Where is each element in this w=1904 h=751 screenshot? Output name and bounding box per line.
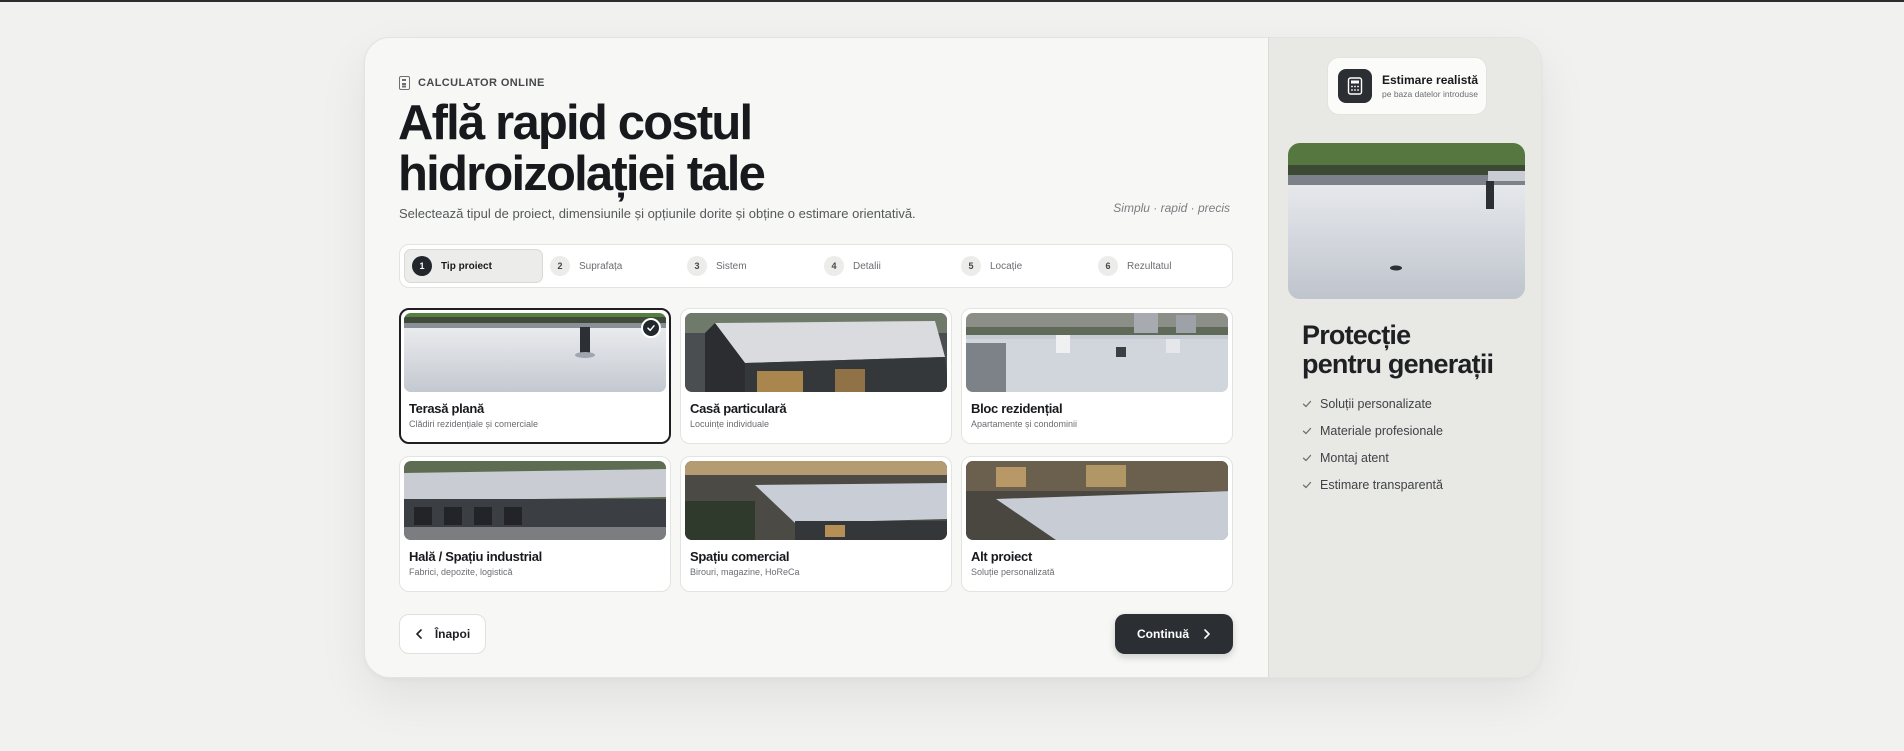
benefit-item: Materiale profesionale: [1302, 417, 1443, 444]
step-label: Locație: [990, 260, 1023, 272]
option-description: Locuințe individuale: [690, 419, 770, 429]
page-subtitle: Selectează tipul de proiect, dimensiunil…: [399, 206, 916, 221]
option-description: Apartamente și condominii: [971, 419, 1078, 429]
option-image: [404, 461, 666, 540]
continue-button[interactable]: Continuă: [1115, 614, 1233, 654]
option-image: [685, 313, 947, 392]
option-title: Hală / Spațiu industrial: [409, 549, 542, 564]
step-locatie[interactable]: 5 Locație: [954, 249, 1091, 283]
sidebar-headline-line-2: pentru generații: [1302, 349, 1494, 379]
option-title: Bloc rezidențial: [971, 401, 1063, 416]
step-number: 4: [824, 256, 844, 276]
option-title: Spațiu comercial: [690, 549, 790, 564]
calculator-main: CALCULATOR ONLINE Află rapid costul hidr…: [365, 38, 1268, 677]
benefit-label: Montaj atent: [1320, 450, 1389, 465]
option-image: [404, 313, 666, 392]
step-number: 6: [1098, 256, 1118, 276]
tagline: Simplu · rapid · precis: [1113, 201, 1230, 215]
check-icon: [1302, 454, 1312, 461]
benefits-sidebar: Estimare realistă pe baza datelor introd…: [1268, 38, 1541, 677]
roof-photo: [1288, 143, 1525, 299]
benefit-label: Soluții personalizate: [1320, 396, 1432, 411]
eyebrow-label: CALCULATOR ONLINE: [418, 77, 545, 89]
option-description: Fabrici, depozite, logistică: [409, 567, 513, 577]
step-label: Detalii: [853, 260, 881, 272]
step-rezultatul[interactable]: 6 Rezultatul: [1091, 249, 1228, 283]
sidebar-headline: Protecție pentru generații: [1302, 321, 1532, 379]
calculator-icon: [399, 76, 410, 90]
benefits-list: Soluții personalizate Materiale profesio…: [1302, 390, 1443, 498]
top-border: [0, 0, 1904, 2]
option-alt-proiect[interactable]: Alt proiect Soluție personalizată: [961, 456, 1233, 592]
chevron-right-icon: [1204, 629, 1210, 639]
chevron-left-icon: [416, 629, 422, 639]
benefit-item: Estimare transparentă: [1302, 471, 1443, 498]
page-title-line-2: hidroizolației tale: [398, 147, 766, 201]
step-sistem[interactable]: 3 Sistem: [680, 249, 817, 283]
option-image: [685, 461, 947, 540]
check-icon: [641, 318, 661, 338]
badge-title: Estimare realistă: [1382, 73, 1479, 87]
eyebrow: CALCULATOR ONLINE: [399, 76, 545, 90]
option-spatiu-comercial[interactable]: Spațiu comercial Birouri, magazine, HoRe…: [680, 456, 952, 592]
option-title: Alt proiect: [971, 549, 1032, 564]
calculator-card: CALCULATOR ONLINE Află rapid costul hidr…: [364, 37, 1542, 678]
option-description: Clădiri rezidențiale și comerciale: [409, 419, 539, 429]
option-description: Birouri, magazine, HoReCa: [690, 567, 800, 577]
option-hala-industrial[interactable]: Hală / Spațiu industrial Fabrici, depozi…: [399, 456, 671, 592]
step-detalii[interactable]: 4 Detalii: [817, 249, 954, 283]
back-button[interactable]: Înapoi: [399, 614, 486, 654]
benefit-item: Montaj atent: [1302, 444, 1443, 471]
step-label: Rezultatul: [1127, 260, 1172, 272]
back-button-label: Înapoi: [434, 627, 471, 641]
continue-button-label: Continuă: [1137, 627, 1189, 641]
step-label: Tip proiect: [441, 260, 492, 272]
check-icon: [1302, 400, 1312, 407]
badge-subtitle: pe baza datelor introduse: [1382, 89, 1478, 99]
step-number: 2: [550, 256, 570, 276]
option-terasa-plana[interactable]: Terasă plană Clădiri rezidențiale și com…: [399, 308, 671, 444]
option-casa-particulara[interactable]: Casă particulară Locuințe individuale: [680, 308, 952, 444]
benefit-item: Soluții personalizate: [1302, 390, 1443, 417]
check-icon: [1302, 481, 1312, 488]
estimate-badge: Estimare realistă pe baza datelor introd…: [1327, 57, 1487, 115]
page-title-line-1: Află rapid costul: [398, 96, 753, 150]
benefit-label: Estimare transparentă: [1320, 477, 1443, 492]
step-label: Sistem: [716, 260, 747, 272]
option-image: [966, 461, 1228, 540]
page-title: Află rapid costul hidroizolației tale: [398, 98, 998, 200]
calculator-icon: [1338, 69, 1372, 103]
stepper: 1 Tip proiect 2 Suprafața 3 Sistem 4 Det…: [399, 244, 1233, 288]
sidebar-headline-line-1: Protecție: [1302, 320, 1411, 350]
option-image: [966, 313, 1228, 392]
step-number: 1: [412, 256, 432, 276]
option-bloc-rezidential[interactable]: Bloc rezidențial Apartamente și condomin…: [961, 308, 1233, 444]
check-icon: [1302, 427, 1312, 434]
project-type-grid: Terasă plană Clădiri rezidențiale și com…: [399, 308, 1233, 592]
option-description: Soluție personalizată: [971, 567, 1055, 577]
step-suprafata[interactable]: 2 Suprafața: [543, 249, 680, 283]
benefit-label: Materiale profesionale: [1320, 423, 1443, 438]
option-title: Terasă plană: [409, 401, 484, 416]
step-tip-proiect[interactable]: 1 Tip proiect: [404, 249, 543, 283]
step-label: Suprafața: [579, 260, 623, 272]
option-title: Casă particulară: [690, 401, 787, 416]
step-number: 5: [961, 256, 981, 276]
step-number: 3: [687, 256, 707, 276]
